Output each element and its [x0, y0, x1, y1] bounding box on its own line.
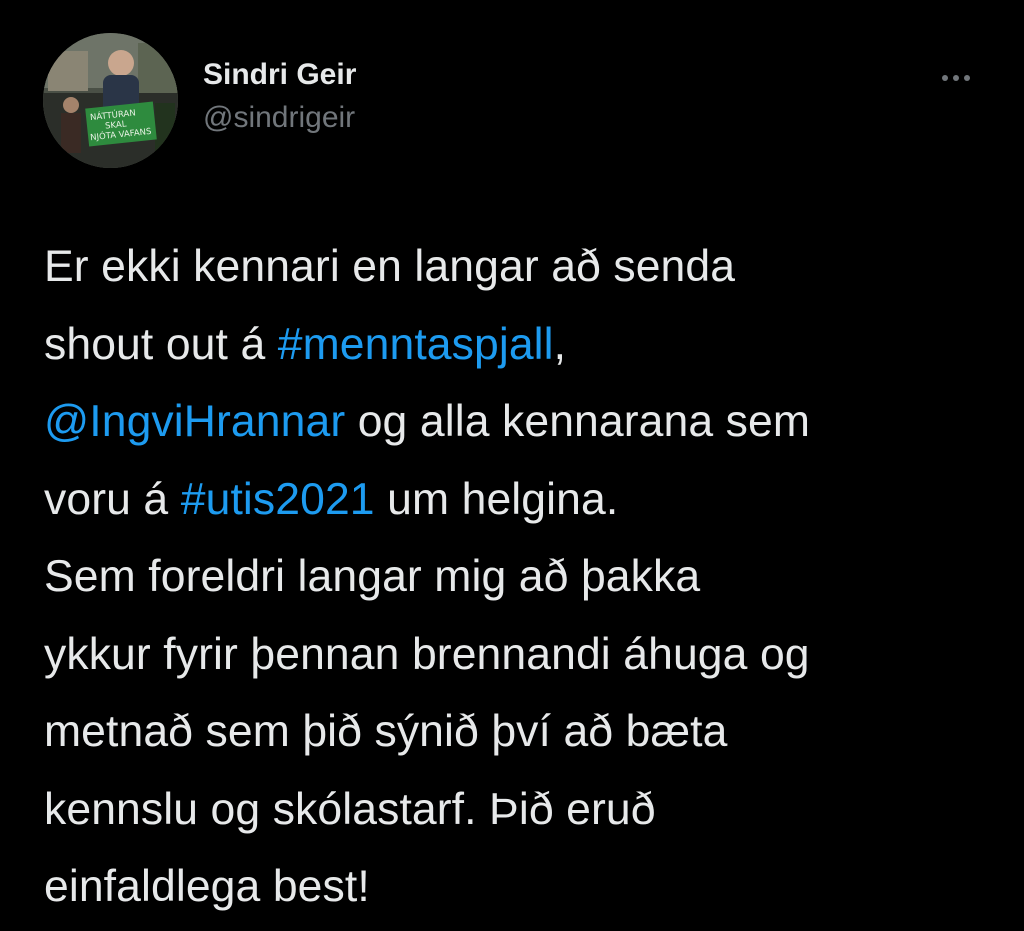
tweet-text-line: Er ekki kennari en langar að senda: [44, 228, 1004, 306]
tweet-text-line: metnað sem þið sýnið því að bæta: [44, 693, 1004, 771]
tweet-text-segment: Sem foreldri langar mig að þakka: [44, 552, 701, 601]
avatar-photo: NÁTTÚRAN SKAL NJÓTA VAFANS: [43, 33, 178, 168]
tweet-text-line: ykkur fyrir þennan brennandi áhuga og: [44, 616, 1004, 694]
tweet-text-segment: voru á: [44, 474, 181, 524]
tweet-text-line: voru á #utis2021 um helgina.: [44, 461, 1004, 539]
mention-link[interactable]: @IngviHrannar: [44, 397, 345, 446]
tweet-text-line: @IngviHrannar og alla kennarana sem: [44, 383, 1004, 461]
tweet-text-segment: einfaldlega best!: [44, 862, 370, 911]
tweet-text-segment: shout out á: [44, 319, 278, 369]
user-handle[interactable]: @sindrigeir: [203, 98, 356, 138]
display-name[interactable]: Sindri Geir: [203, 56, 356, 94]
avatar[interactable]: NÁTTÚRAN SKAL NJÓTA VAFANS: [43, 33, 178, 168]
tweet: NÁTTÚRAN SKAL NJÓTA VAFANS Sindri Geir @…: [0, 0, 1024, 931]
tweet-text-segment: Er ekki kennari en langar að senda: [44, 242, 736, 291]
tweet-text-line: Sem foreldri langar mig að þakka: [44, 538, 1004, 616]
hashtag-link[interactable]: #utis2021: [181, 475, 375, 524]
hashtag-link[interactable]: #menntaspjall: [278, 320, 554, 369]
tweet-text-segment: ,: [553, 319, 567, 369]
user-info: Sindri Geir @sindrigeir: [203, 56, 356, 138]
tweet-text-segment: metnað sem þið sýnið því að bæta: [44, 707, 728, 756]
more-horizontal-icon: [942, 75, 970, 81]
tweet-text-line: kennslu og skólastarf. Þið eruð: [44, 771, 1004, 849]
tweet-text-line: shout out á #menntaspjall,: [44, 306, 1004, 384]
tweet-text-line: einfaldlega best!: [44, 848, 1004, 926]
tweet-text: Er ekki kennari en langar að senda shout …: [44, 228, 1004, 926]
more-button[interactable]: [928, 60, 984, 96]
tweet-text-segment: um helgina.: [374, 474, 619, 524]
tweet-text-segment: kennslu og skólastarf. Þið eruð: [44, 784, 656, 834]
tweet-text-segment: ykkur fyrir þennan brennandi áhuga og: [44, 629, 810, 679]
tweet-text-segment: og alla kennarana sem: [345, 397, 811, 446]
